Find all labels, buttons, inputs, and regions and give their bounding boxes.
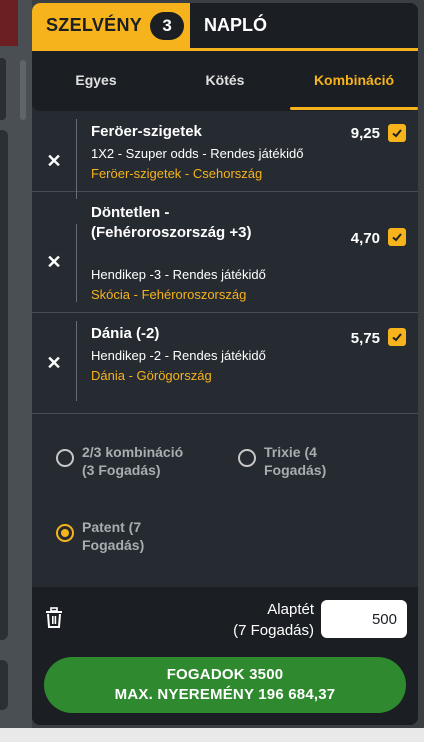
radio-button[interactable]: [238, 449, 256, 467]
selection-item: ✕ Dánia (-2) Hendikep -2 - Rendes játéki…: [32, 313, 418, 414]
max-win-label: MAX. NYEREMÉNY 196 684,37: [114, 686, 336, 703]
selection-odds: 9,25: [350, 125, 380, 142]
option-label-line: Fogadás): [82, 537, 145, 553]
betslip-tabs: SZELVÉNY 3 NAPLÓ: [32, 3, 418, 48]
bet-type-tabs: Egyes Kötés Kombináció: [32, 51, 418, 111]
radio-button-selected[interactable]: [56, 524, 74, 542]
betslip-panel: SZELVÉNY 3 NAPLÓ Egyes Kötés Kombináció …: [32, 3, 418, 725]
option-label: Patent (7 Fogadás): [82, 518, 144, 554]
selection-title: Feröer-szigetek: [91, 123, 202, 140]
selection-title-line: (Fehéroroszország +3): [91, 224, 252, 241]
place-bet-button[interactable]: FOGADOK 3500 MAX. NYEREMÉNY 196 684,37: [44, 657, 406, 713]
betslip-footer: Alaptét (7 Fogadás) FOGADOK 3500 MAX. NY…: [32, 587, 418, 725]
selection-event: Dánia - Görögország: [91, 368, 212, 383]
stake-label: Alaptét (7 Fogadás): [233, 599, 314, 641]
divider: [76, 119, 77, 199]
checkbox-checked-icon[interactable]: [388, 228, 406, 246]
tab-singles[interactable]: Egyes: [32, 51, 160, 109]
selection-market: 1X2 - Szuper odds - Rendes játékidő: [91, 146, 304, 161]
radio-button[interactable]: [56, 449, 74, 467]
background-panel: [0, 660, 8, 710]
stake-input[interactable]: [321, 600, 407, 638]
divider: [76, 321, 77, 401]
active-tab-indicator: [290, 107, 418, 110]
stake-label-line: Alaptét: [267, 601, 314, 618]
tab-betslip[interactable]: SZELVÉNY 3: [32, 3, 190, 48]
background-panel: [0, 130, 8, 640]
background-banner: [0, 0, 18, 46]
combination-options: 2/3 kombináció (3 Fogadás) Trixie (4 Fog…: [32, 414, 418, 587]
selection-market: Hendikep -2 - Rendes játékidő: [91, 348, 266, 363]
selection-event: Skócia - Fehéroroszország: [91, 287, 247, 302]
background-panel: [0, 58, 6, 120]
selection-odds: 5,75: [350, 330, 380, 347]
option-label-line: 2/3 kombináció: [82, 444, 184, 460]
trash-icon[interactable]: [44, 607, 64, 629]
close-icon[interactable]: ✕: [46, 252, 62, 272]
tab-accumulator[interactable]: Kötés: [160, 51, 290, 109]
tab-combination[interactable]: Kombináció: [290, 51, 418, 109]
checkbox-checked-icon[interactable]: [388, 124, 406, 142]
selection-title: Dánia (-2): [91, 325, 160, 342]
bottom-bar: [0, 728, 424, 742]
page-scrollbar[interactable]: [20, 60, 26, 120]
selection-item: ✕ Feröer-szigetek 1X2 - Szuper odds - Re…: [32, 111, 418, 199]
selection-odds: 4,70: [350, 230, 380, 247]
divider: [76, 224, 77, 302]
option-label: 2/3 kombináció (3 Fogadás): [82, 443, 183, 479]
option-label: Trixie (4 Fogadás): [264, 443, 326, 479]
option-trixie[interactable]: Trixie (4 Fogadás): [238, 443, 326, 479]
option-2-of-3[interactable]: 2/3 kombináció (3 Fogadás): [56, 443, 183, 479]
option-label-line: Fogadás): [264, 462, 327, 478]
selection-event: Feröer-szigetek - Csehország: [91, 166, 263, 181]
selection-market: Hendikep -3 - Rendes játékidő: [91, 267, 266, 282]
option-label-line: Trixie (4: [264, 444, 317, 460]
option-label-line: Patent (7: [82, 519, 142, 535]
checkbox-checked-icon[interactable]: [388, 328, 406, 346]
stake-label-line: (7 Fogadás): [233, 622, 314, 639]
place-bet-label: FOGADOK 3500: [166, 666, 284, 683]
option-patent[interactable]: Patent (7 Fogadás): [56, 518, 144, 554]
option-label-line: (3 Fogadás): [82, 462, 161, 478]
close-icon[interactable]: ✕: [46, 353, 62, 373]
selection-title: Döntetlen - (Fehéroroszország +3): [91, 203, 251, 243]
close-icon[interactable]: ✕: [46, 151, 62, 171]
tab-betslip-label: SZELVÉNY: [46, 15, 143, 35]
tab-log[interactable]: NAPLÓ: [204, 3, 267, 48]
selection-title-line: Döntetlen -: [91, 204, 170, 221]
bet-count-badge: 3: [150, 11, 185, 40]
selection-item: ✕ Döntetlen - (Fehéroroszország +3) Hend…: [32, 192, 418, 313]
